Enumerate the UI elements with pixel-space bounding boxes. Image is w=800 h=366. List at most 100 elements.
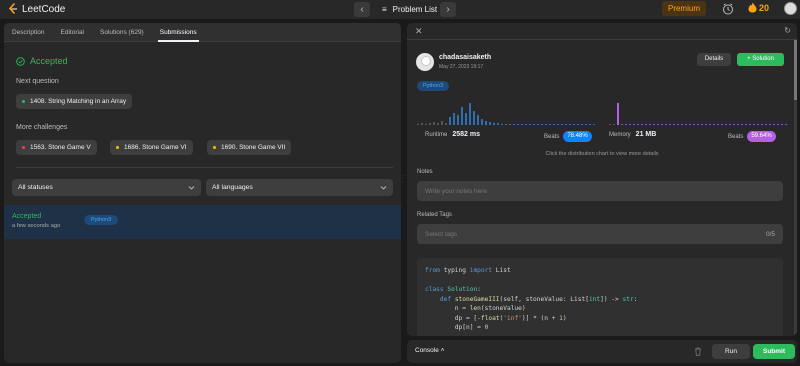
tab-solutions[interactable]: Solutions (629): [92, 23, 152, 42]
status-filter-value: All statuses: [18, 184, 53, 191]
difficulty-dot: [22, 146, 25, 149]
runtime-bar: [481, 119, 483, 125]
tab-editorial[interactable]: Editorial: [53, 23, 92, 42]
language-filter-select[interactable]: All languages: [206, 179, 393, 196]
runtime-bar: [469, 103, 471, 125]
submission-row[interactable]: Accepted a few seconds ago Python3: [4, 205, 401, 239]
challenge-chip[interactable]: 1690. Stone Game VII: [207, 140, 292, 155]
tags-select[interactable]: Select tags 0/5: [417, 224, 783, 244]
submit-button[interactable]: Submit: [753, 344, 795, 359]
bottom-action-bar: Console ˄ Run Submit: [407, 340, 797, 363]
runtime-beats-pill: 78.48%: [563, 131, 592, 142]
runtime-bar: [485, 121, 487, 125]
runtime-label: Runtime: [425, 131, 448, 138]
post-solution-button[interactable]: + Solution: [737, 53, 784, 66]
runtime-bar: [497, 123, 499, 125]
submission-date: May 27, 2023 19:17: [439, 64, 484, 70]
runtime-bar: [453, 113, 455, 125]
distribution-chart[interactable]: [417, 101, 787, 127]
submitter-avatar: [416, 53, 434, 71]
challenge-title: 1563. Stone Game V: [30, 144, 91, 151]
runtime-metric: Runtime 2582 ms: [425, 131, 480, 138]
tab-submissions[interactable]: Submissions: [152, 23, 205, 42]
runtime-bar: [429, 123, 431, 125]
memory-distribution[interactable]: [609, 103, 787, 125]
chevron-up-icon: ˄: [440, 347, 445, 354]
chevron-right-icon: ›: [446, 4, 450, 15]
memory-label: Memory: [609, 131, 631, 138]
chart-hint: Click the distribution chart to view mor…: [545, 151, 659, 157]
trash-icon[interactable]: [694, 347, 702, 356]
streak-counter[interactable]: 20: [748, 2, 769, 13]
panel-resize-handle[interactable]: · · ·: [402, 173, 405, 185]
challenge-title: 1690. Stone Game VII: [221, 144, 286, 151]
run-button[interactable]: Run: [712, 344, 750, 359]
runtime-bar: [449, 117, 451, 125]
left-panel: Description Editorial Solutions (629) Su…: [4, 23, 401, 363]
next-question-title: 1408. String Matching in an Array: [30, 98, 127, 105]
status-filter-select[interactable]: All statuses: [12, 179, 201, 196]
difficulty-dot: [213, 146, 216, 149]
runtime-beats-label: Beats: [544, 133, 560, 140]
next-question-label: Next question: [16, 78, 59, 85]
runtime-bar: [457, 115, 459, 125]
language-badge: Python3: [417, 81, 450, 91]
problem-list-button[interactable]: ≡ Problem List: [376, 2, 443, 17]
runtime-bar: [493, 123, 495, 125]
notes-input[interactable]: Write your notes here: [417, 181, 783, 201]
solution-label: Solution: [752, 56, 774, 62]
runtime-bar: [417, 124, 419, 125]
tags-count: 0/5: [765, 230, 775, 238]
check-circle-icon: [16, 56, 25, 66]
submission-status: Accepted: [12, 213, 42, 220]
language-filter-value: All languages: [212, 184, 253, 191]
chevron-down-icon: [188, 186, 195, 190]
divider: [16, 167, 393, 168]
difficulty-dot: [116, 146, 119, 149]
next-problem-button[interactable]: ›: [440, 2, 456, 17]
runtime-beats: Beats 78.48%: [544, 131, 592, 142]
right-panel: ✕ ↻ chadasaisaketh May 27, 2023 19:17 De…: [407, 23, 797, 336]
tab-description[interactable]: Description: [4, 23, 53, 42]
problem-list-label: Problem List: [392, 5, 438, 14]
memory-bar: [617, 103, 619, 125]
code-block[interactable]: from typing import List class Solution: …: [417, 258, 783, 336]
runtime-bar: [425, 124, 427, 125]
refresh-icon[interactable]: ↻: [784, 26, 791, 35]
runtime-distribution[interactable]: [417, 103, 597, 125]
challenge-chip[interactable]: 1686. Stone Game VI: [110, 140, 193, 155]
console-label: Console: [415, 347, 439, 354]
user-avatar[interactable]: [784, 2, 797, 15]
tags-placeholder: Select tags: [425, 230, 458, 238]
notes-label: Notes: [417, 169, 433, 175]
challenge-chip[interactable]: 1563. Stone Game V: [16, 140, 97, 155]
logo-text: LeetCode: [22, 3, 66, 15]
submission-language-badge: Python3: [84, 215, 119, 225]
memory-beats: Beats 59.64%: [728, 131, 776, 142]
submitter-username[interactable]: chadasaisaketh: [439, 54, 491, 61]
runtime-bar: [461, 107, 463, 125]
accepted-heading: Accepted: [16, 56, 68, 66]
difficulty-dot: [22, 100, 25, 103]
notes-placeholder: Write your notes here: [425, 187, 488, 195]
next-question-chip[interactable]: 1408. String Matching in an Array: [16, 94, 133, 109]
scrollbar-thumb[interactable]: [794, 40, 797, 100]
challenge-title: 1686. Stone Game VI: [124, 144, 187, 151]
memory-beats-pill: 59.64%: [747, 131, 776, 142]
chevron-left-icon: ‹: [360, 4, 364, 15]
memory-metric: Memory 21 MB: [609, 131, 656, 138]
premium-button[interactable]: Premium: [662, 1, 706, 16]
details-button[interactable]: Details: [697, 53, 731, 66]
more-challenges-label: More challenges: [16, 124, 68, 131]
memory-beats-label: Beats: [728, 133, 744, 140]
runtime-bar: [441, 121, 443, 125]
memory-value: 21 MB: [635, 131, 657, 138]
close-icon[interactable]: ✕: [415, 26, 423, 37]
console-toggle[interactable]: Console ˄: [415, 347, 444, 354]
tab-bar: Description Editorial Solutions (629) Su…: [4, 23, 401, 42]
prev-problem-button[interactable]: ‹: [354, 2, 370, 17]
top-bar: LeetCode ‹ ≡ Problem List › Premium 20: [0, 0, 800, 20]
logo[interactable]: LeetCode: [8, 3, 65, 15]
alarm-clock-icon[interactable]: [721, 2, 735, 16]
runtime-bar: [489, 122, 491, 125]
